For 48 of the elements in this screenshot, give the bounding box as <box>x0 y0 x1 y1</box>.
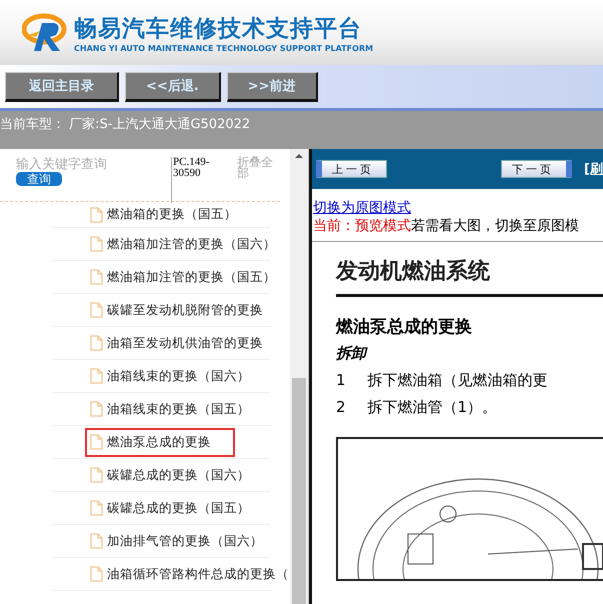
document-icon <box>90 206 103 222</box>
tree-item[interactable]: 碳罐总成的更换（国五） <box>85 494 252 522</box>
step-number: 1 <box>336 371 346 390</box>
tree-item[interactable]: 燃油箱的更换（国五） <box>85 202 239 229</box>
document-icon <box>90 368 103 384</box>
next-page-button[interactable]: 下一页 <box>501 160 572 178</box>
scrollbar[interactable] <box>290 149 309 604</box>
tree-item[interactable]: 燃油泵总成的更换 <box>85 428 235 456</box>
document-icon <box>90 236 103 252</box>
tree-item[interactable]: 加油排气管的更换（国六） <box>85 526 265 556</box>
mode-hint: 若需看大图，切换至原图模 <box>411 218 579 234</box>
document-icon <box>90 434 103 450</box>
tree-item[interactable]: 碳罐至发动机脱附管的更换 <box>85 296 265 324</box>
search-button[interactable]: 查询 <box>16 172 62 186</box>
nav-button[interactable]: 返回主目录 <box>5 72 119 102</box>
original-mode-link[interactable]: 切换为原图模式 <box>313 199 411 217</box>
step-number: 2 <box>336 398 346 417</box>
document-icon <box>90 269 103 285</box>
previous-page-button[interactable]: 上一页 <box>316 160 387 178</box>
tree-item[interactable]: 碳罐总成的更换（国六） <box>85 460 252 490</box>
document-icon <box>90 302 103 318</box>
document-icon <box>90 566 103 582</box>
platform-title: 畅易汽车维修技术支持平台 <box>74 14 363 44</box>
step-text: 拆下燃油箱（见燃油箱的更 <box>368 371 548 390</box>
mode-label: 当前：预览模式 <box>313 218 411 234</box>
procedure-title: 燃油泵总成的更换 <box>336 316 473 338</box>
nav-button[interactable]: >>前进 <box>226 72 318 102</box>
document-icon <box>90 467 103 483</box>
tree-item[interactable]: 油箱至发动机供油管的更换 <box>85 328 265 358</box>
procedure-subtitle: 拆卸 <box>336 344 369 363</box>
document-icon <box>90 401 103 417</box>
logo-icon <box>22 12 68 52</box>
search-field[interactable]: 输入关键字查询 <box>16 157 166 172</box>
tree-item[interactable]: 燃油箱加注管的更换（国六） <box>85 230 278 258</box>
tree-item[interactable]: 燃油箱加注管的更换（国五） <box>85 262 278 292</box>
part-code: PC.149-30590 <box>171 157 229 203</box>
platform-subtitle: CHANG YI AUTO MAINTENANCE TECHNOLOGY SUPPORT PLATFORM <box>74 44 374 52</box>
section-heading: 发动机燃油系统 <box>336 256 603 297</box>
tree-item[interactable]: 油箱循环管路构件总成的更换（ <box>85 560 290 588</box>
nav-button[interactable]: <<后退. <box>125 72 221 102</box>
refresh-link[interactable]: [刷 <box>584 160 603 178</box>
tree-item[interactable]: 油箱线束的更换（国五） <box>85 394 252 424</box>
current-model-text: 当前车型： 厂家:S-上汽大通大通G502022 <box>0 111 603 149</box>
tree-item[interactable]: 油箱线束的更换（国六） <box>85 362 252 390</box>
step-text: 拆下燃油管（1）。 <box>368 398 498 417</box>
document-icon <box>90 500 103 516</box>
document-icon <box>90 335 103 351</box>
document-icon <box>90 533 103 549</box>
